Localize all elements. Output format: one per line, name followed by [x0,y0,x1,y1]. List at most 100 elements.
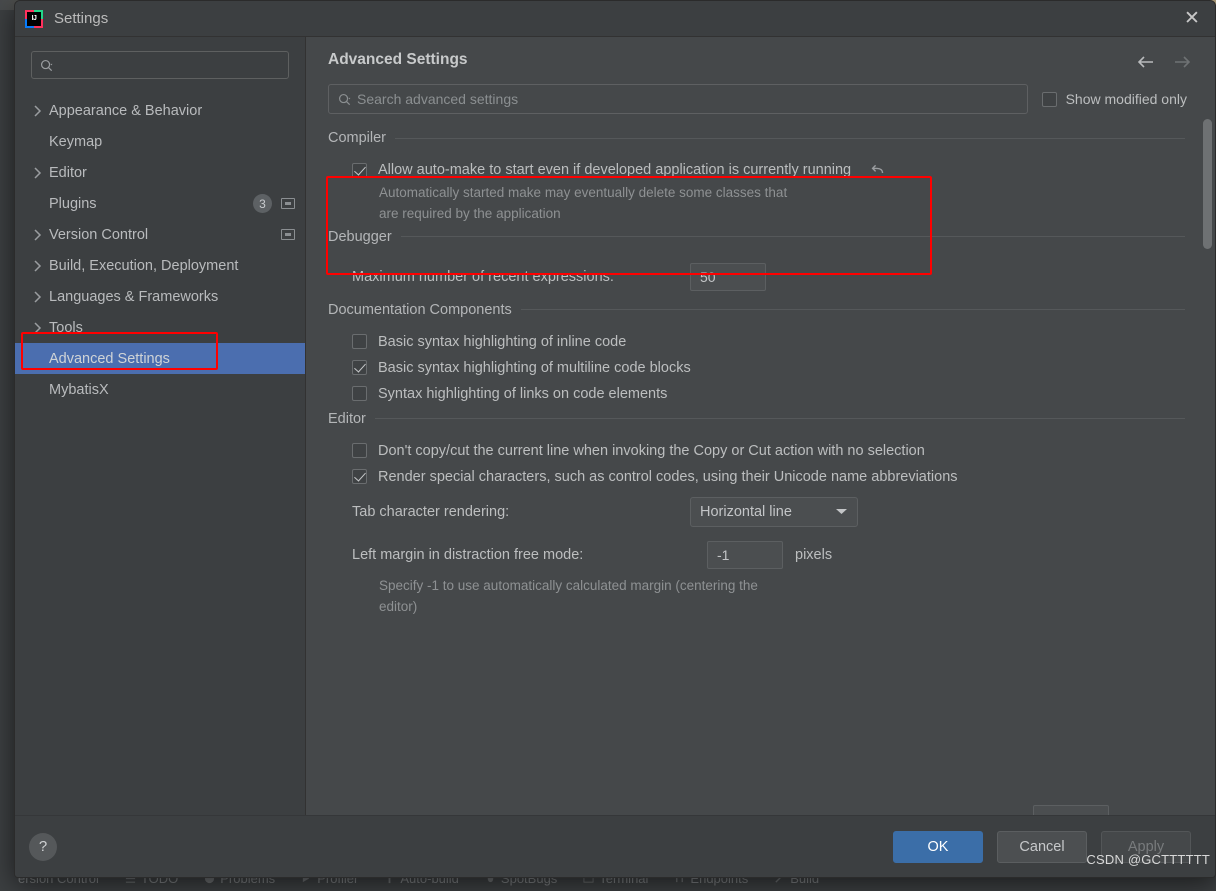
help-button[interactable]: ? [29,832,57,861]
sidebar-item-appearance-behavior[interactable]: Appearance & Behavior [15,95,305,126]
project-scope-icon [281,229,295,240]
dropdown-option[interactable]: Tab character rendering: Horizontal line [328,490,1185,534]
number-option-label: Maximum number of recent expressions: [352,268,614,285]
checkbox-option[interactable]: Allow auto-make to start even if develop… [328,157,1185,183]
sidebar-item-label: Advanced Settings [49,350,170,367]
sidebar-item-plugins[interactable]: Plugins 3 [15,188,305,219]
settings-category-tree[interactable]: Appearance & Behavior Keymap Editor Plugins… [15,95,305,815]
settings-content-pane: Advanced Settings Search advanced settin… [305,37,1215,815]
sidebar-item-label: Keymap [49,133,103,150]
sidebar-item-label: Tools [49,319,83,336]
number-input[interactable]: 50 [690,262,766,291]
sidebar-item-advanced-settings[interactable]: Advanced Settings [15,343,305,374]
checkbox-label: Render special characters, such as contr… [378,468,958,485]
number-input[interactable]: -1 [707,540,783,569]
arrow-right-icon[interactable] [1171,52,1193,72]
checkbox-option[interactable]: Render special characters, such as contr… [328,464,1185,490]
watermark: CSDN @GCTTTTTT [1086,852,1210,867]
option-description: Specify -1 to use automatically calculat… [379,577,758,614]
branch-icon [2,873,13,884]
content-scrollbar[interactable] [1203,119,1212,839]
section-divider [520,309,1185,311]
number-option[interactable]: Maximum number of recent expressions: 50 [328,256,1185,298]
checkbox-box[interactable] [352,469,367,485]
sidebar-item-label: MybatisX [49,381,109,398]
arrow-left-icon[interactable] [1135,52,1157,72]
intellij-idea-icon: IJ [25,9,43,28]
navigation-buttons[interactable] [1135,51,1193,72]
option-description: Automatically started make may eventuall… [379,185,788,221]
chevron-right-icon [33,228,49,241]
checkbox-box[interactable] [352,360,367,376]
search-icon [338,93,351,105]
plugin-update-badge: 3 [253,194,272,213]
project-scope-icon [281,198,295,209]
partially-visible-input[interactable] [1033,805,1109,815]
sidebar-item-tools[interactable]: Tools [15,312,305,343]
section-header: Editor [328,411,1185,427]
checkbox-box[interactable] [352,443,367,459]
chevron-right-icon [33,259,49,272]
sidebar-item-label: Appearance & Behavior [49,102,203,119]
sidebar-item-version-control[interactable]: Version Control [15,219,305,250]
chevron-right-icon [33,290,49,303]
chevron-right-icon [33,321,49,334]
show-modified-only-checkbox[interactable]: Show modified only [1041,91,1193,107]
section-title: Documentation Components [328,301,512,318]
section-title: Editor [328,410,366,427]
search-input[interactable]: Search advanced settings [328,84,1028,114]
settings-section: Editor Don't copy/cut the current line wh… [328,411,1185,618]
section-divider [395,137,1185,139]
sidebar-item-label: Version Control [49,226,149,243]
checkbox-box[interactable] [352,386,367,402]
show-modified-only-label: Show modified only [1065,91,1187,107]
dropdown-select[interactable]: Horizontal line [690,496,858,527]
sidebar-search-input[interactable] [31,51,289,79]
sidebar-item-build-execution-deployment[interactable]: Build, Execution, Deployment [15,250,305,281]
dropdown-label: Tab character rendering: [352,503,510,520]
search-icon [40,59,53,71]
sidebar-item-label: Editor [49,164,87,181]
content-header: Advanced Settings [306,37,1215,72]
checkbox-box[interactable] [352,334,367,350]
section-title: Debugger [328,228,392,245]
checkbox-label: Syntax highlighting of links on code ele… [378,385,668,402]
revert-icon[interactable] [870,163,886,177]
checkbox-option[interactable]: Basic syntax highlighting of multiline c… [328,355,1185,381]
checkbox-option[interactable]: Syntax highlighting of links on code ele… [328,381,1185,407]
section-title: Compiler [328,130,387,146]
dialog-title-bar[interactable]: IJ Settings ✕ [15,1,1215,37]
close-icon[interactable]: ✕ [1169,1,1215,37]
checkbox-option[interactable]: Don't copy/cut the current line when inv… [328,438,1185,464]
ok-button[interactable]: OK [893,830,983,863]
chevron-down-icon [835,504,848,520]
cancel-button[interactable]: Cancel [997,830,1087,863]
sidebar-item-editor[interactable]: Editor [15,157,305,188]
settings-sidebar: Appearance & Behavior Keymap Editor Plugins… [15,37,305,815]
checkbox-label: Basic syntax highlighting of multiline c… [378,359,691,376]
page-title: Advanced Settings [328,51,468,68]
checkbox-box[interactable] [352,162,367,178]
unit-label: pixels [795,546,833,563]
scrollbar-thumb[interactable] [1203,119,1212,249]
sidebar-item-label: Build, Execution, Deployment [49,257,239,274]
number-option[interactable]: Left margin in distraction free mode: -1 p… [328,534,1185,576]
checkbox-label: Allow auto-make to start even if develop… [378,162,852,178]
search-placeholder: Search advanced settings [357,91,519,107]
sidebar-item-label: Plugins [49,195,97,212]
settings-section: Documentation Components Basic syntax hig… [328,302,1185,407]
sidebar-item-keymap[interactable]: Keymap [15,126,305,157]
section-header: Documentation Components [328,302,1185,318]
advanced-search-row: Search advanced settings Show modified o… [306,72,1215,114]
sidebar-item-mybatisx[interactable]: MybatisX [15,374,305,405]
settings-section: Debugger Maximum number of recent express… [328,229,1185,298]
checkbox-label: Basic syntax highlighting of inline code [378,333,627,350]
section-divider [374,418,1185,420]
sidebar-item-languages-frameworks[interactable]: Languages & Frameworks [15,281,305,312]
checkbox-box [1041,91,1057,107]
settings-scroll-area[interactable]: Compiler Allow auto-make to start even if… [306,114,1215,815]
chevron-right-icon [33,166,49,179]
settings-dialog: IJ Settings ✕ Appearance & Behavior Keyma… [14,0,1216,878]
checkbox-option[interactable]: Basic syntax highlighting of inline code [328,329,1185,355]
checkbox-label: Don't copy/cut the current line when inv… [378,442,925,459]
